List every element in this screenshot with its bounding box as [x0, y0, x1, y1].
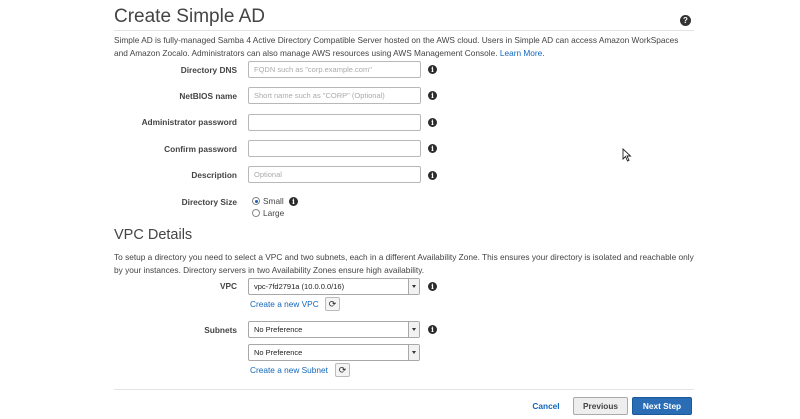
subnet-select-2-value: No Preference [254, 348, 303, 357]
admin-password-input[interactable] [248, 114, 421, 131]
info-icon[interactable]: i [428, 65, 437, 74]
subnet-select-1[interactable]: No Preference [248, 321, 420, 338]
vpc-select-value: vpc-7fd2791a (10.0.0.0/16) [254, 282, 345, 291]
chevron-down-icon [408, 279, 419, 294]
subnets-label: Subnets [204, 325, 237, 335]
refresh-icon[interactable]: ⟳ [325, 297, 340, 311]
vpc-select[interactable]: vpc-7fd2791a (10.0.0.0/16) [248, 278, 420, 295]
page-description: Simple AD is fully-managed Samba 4 Activ… [114, 35, 679, 58]
learn-more-link[interactable]: Learn More [500, 48, 542, 58]
vpc-section-title: VPC Details [114, 227, 193, 243]
netbios-label: NetBIOS name [179, 91, 237, 101]
info-icon[interactable]: i [428, 171, 437, 180]
page-description-text: Simple AD is fully-managed Samba 4 Activ… [114, 35, 679, 58]
info-icon[interactable]: i [289, 197, 298, 206]
create-subnet-link[interactable]: Create a new Subnet [250, 365, 328, 375]
next-step-button[interactable]: Next Step [632, 397, 692, 415]
subnet-select-2[interactable]: No Preference [248, 344, 420, 361]
directory-dns-label: Directory DNS [180, 65, 237, 75]
confirm-password-input[interactable] [248, 140, 421, 157]
previous-button[interactable]: Previous [573, 397, 628, 415]
cancel-button[interactable]: Cancel [526, 397, 566, 415]
radio-small[interactable] [252, 197, 260, 205]
vpc-label: VPC [219, 281, 237, 291]
create-vpc-link[interactable]: Create a new VPC [250, 299, 319, 309]
title-divider [114, 30, 694, 31]
description-label: Description [191, 170, 237, 180]
directory-size-label: Directory Size [181, 197, 237, 207]
netbios-input[interactable]: Short name such as "CORP" (Optional) [248, 87, 421, 104]
vpc-description: To setup a directory you need to select … [114, 252, 694, 275]
info-icon[interactable]: i [428, 91, 437, 100]
directory-dns-input[interactable]: FQDN such as "corp.example.com" [248, 61, 421, 78]
footer-divider [114, 389, 694, 390]
subnet-select-1-value: No Preference [254, 325, 303, 334]
page-title: Create Simple AD [114, 6, 266, 27]
confirm-password-label: Confirm password [164, 144, 237, 154]
help-icon[interactable]: ? [680, 15, 691, 26]
info-icon[interactable]: i [428, 282, 437, 291]
radio-large-label[interactable]: Large [263, 208, 284, 218]
radio-large[interactable] [252, 209, 260, 217]
info-icon[interactable]: i [428, 118, 437, 127]
chevron-down-icon [408, 322, 419, 337]
info-icon[interactable]: i [428, 144, 437, 153]
mouse-cursor-icon [622, 148, 632, 162]
radio-small-label[interactable]: Small [263, 196, 284, 206]
info-icon[interactable]: i [428, 325, 437, 334]
admin-password-label: Administrator password [141, 117, 237, 127]
chevron-down-icon [408, 345, 419, 360]
description-input[interactable]: Optional [248, 166, 421, 183]
refresh-icon[interactable]: ⟳ [335, 363, 350, 377]
